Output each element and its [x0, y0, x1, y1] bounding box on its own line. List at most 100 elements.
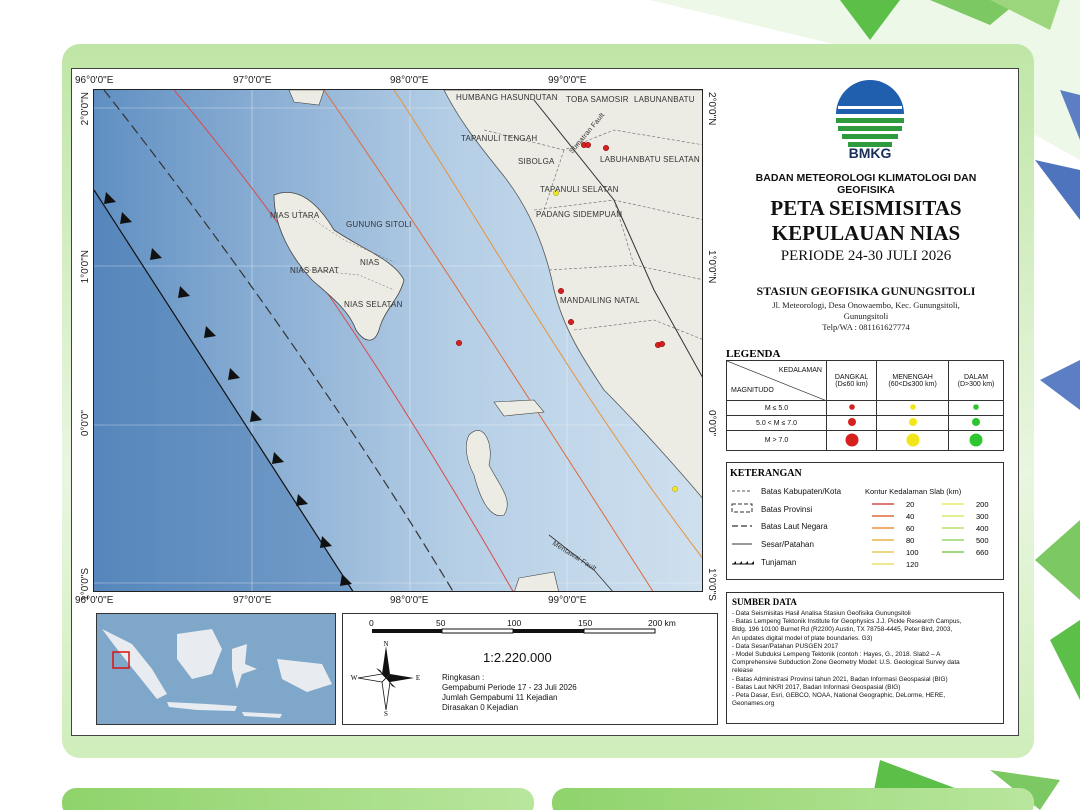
label-padang-sidempuan: PADANG SIDEMPUAN: [536, 210, 623, 219]
symbol-deep-mid: [972, 418, 981, 426]
logo-text: BMKG: [849, 145, 892, 158]
scale-ratio: 1:2.220.000: [483, 650, 552, 665]
keterangan-symbols: [731, 490, 754, 565]
left-contour-label: 80: [906, 536, 914, 545]
coord-top-97e: 97°0'0"E: [233, 75, 272, 86]
ket-laut-negara: Batas Laut Negara: [761, 522, 828, 531]
north-arrow-icon: N S W E: [351, 640, 420, 718]
epicenter-red[interactable]: [585, 142, 592, 149]
epicenter-yellow[interactable]: [672, 486, 679, 493]
coord-top-96e: 96°0'0"E: [75, 75, 114, 86]
compass-n: N: [383, 640, 388, 648]
sumber-item: - Data Seismisitas Hasil Analisa Stasiun…: [732, 610, 911, 617]
coord-right-1s: 1°0'0"S: [706, 568, 717, 601]
symbol-medium-large: [906, 433, 920, 446]
symbol-medium-small: [909, 404, 916, 410]
epicenter-red[interactable]: [558, 287, 565, 294]
map-title: PETA SEISMISITAS KEPULAUAN NIAS: [726, 196, 1006, 246]
coord-bottom-98e: 98°0'0"E: [390, 595, 429, 606]
sumber-data-box: SUMBER DATA - Data Seismisitas Hasil Ana…: [726, 592, 1004, 724]
scale-bar: [372, 628, 656, 634]
scale-tick-0: 0: [369, 618, 374, 628]
left-contour-label: 60: [906, 524, 914, 533]
legend-col-dangkal: DANGKAL (D≤60 km): [825, 360, 878, 401]
right-contour-label: 500: [976, 536, 989, 545]
symbol-provinsi-boundary: [731, 503, 753, 513]
scale-tick-150: 150: [578, 618, 593, 628]
compass-w: W: [351, 674, 358, 682]
symbol-shallow-large: [845, 433, 859, 446]
coord-bottom-97e: 97°0'0"E: [233, 595, 272, 606]
seismicity-map[interactable]: NIAS UTARA GUNUNG SITOLI NIAS NIAS BARAT…: [93, 89, 703, 592]
map-canvas: [94, 90, 702, 591]
station-address: Jl. Meteorologi, Desa Onowaembo, Kec. Gu…: [740, 300, 992, 333]
legend-magnitudo-label: MAGNITUDO: [731, 387, 774, 394]
epicenter-red[interactable]: [456, 339, 463, 346]
coord-right-0: 0°0'0": [706, 410, 717, 437]
symbol-tunjaman: [732, 561, 754, 565]
scale-tick-200: 200 km: [648, 618, 676, 628]
coord-left-0: 0°0'0": [80, 410, 91, 437]
ket-provinsi: Batas Provinsi: [761, 505, 813, 514]
label-nias-utara: NIAS UTARA: [270, 211, 320, 220]
right-contour-label: 300: [976, 512, 989, 521]
legend-row-label: M > 7.0: [726, 430, 827, 451]
sumber-item: Comprehensive Subduction Zone Geometry M…: [732, 659, 960, 667]
summary-count: Jumlah Gempabumi 11 Kejadian: [442, 693, 558, 702]
contour-legend: 20 40 60 80 100 120 200 300 400 500 660: [872, 500, 989, 569]
left-contour-label: 40: [906, 512, 914, 521]
ket-contour-title: Kontur Kedalaman Slab (km): [865, 487, 962, 496]
coord-top-99e: 99°0'0"E: [548, 75, 587, 86]
inset-overview-map[interactable]: [96, 613, 336, 725]
epicenter-red[interactable]: [568, 318, 575, 325]
sumber-item: An updates digital model of plate bounda…: [732, 634, 873, 642]
coord-right-1n: 1°0'0"N: [706, 250, 717, 284]
legend-row-label: 5.0 < M ≤ 7.0: [726, 415, 827, 431]
label-nias: NIAS: [360, 258, 380, 267]
sumber-item: - Model Subduksi Lempeng Tektonik (conto…: [732, 651, 941, 659]
epicenter-red[interactable]: [659, 340, 666, 347]
bmkg-logo: BMKG: [836, 80, 904, 158]
left-contour-label: 100: [906, 548, 919, 557]
sumber-item: - Batas Lempeng Tektonik Institute for G…: [732, 618, 962, 626]
legend-header-cell: KEDALAMAN MAGNITUDO: [726, 360, 827, 401]
coord-right-2n: 2°0'0"N: [706, 92, 717, 126]
compass-s: S: [384, 710, 388, 718]
label-tapanuli-selatan: TAPANULI SELATAN: [540, 185, 619, 194]
coord-top-98e: 98°0'0"E: [390, 75, 429, 86]
coord-left-1s: 1°0'0"S: [80, 568, 91, 601]
left-contour-label: 20: [906, 500, 914, 509]
map-period: PERIODE 24-30 JULI 2026: [780, 248, 952, 264]
bottom-card-right: [552, 788, 1034, 810]
sumber-item: - Peta Dasar, Esri, GEBCO, NOAA, Nationa…: [732, 692, 946, 700]
scale-tick-100: 100: [507, 618, 522, 628]
inset-canvas: [97, 614, 335, 724]
coord-bottom-99e: 99°0'0"E: [548, 595, 587, 606]
sumber-item: release: [732, 667, 753, 675]
epicenter-red[interactable]: [603, 145, 610, 152]
legend-col-menengah: MENENGAH (60<D≤300 km): [876, 360, 950, 401]
station-name: STASIUN GEOFISIKA GUNUNGSITOLI: [756, 284, 976, 298]
title-line1: PETA SEISMISITAS: [770, 196, 962, 220]
label-sibolga: SIBOLGA: [518, 157, 555, 166]
symbol-deep-small: [973, 404, 979, 410]
scale-tick-50: 50: [436, 618, 446, 628]
ket-kabupaten: Batas Kabupaten/Kota: [761, 487, 842, 496]
summary-heading: Ringkasan :: [442, 673, 485, 682]
symbol-medium-mid: [908, 418, 917, 426]
label-nias-barat: NIAS BARAT: [290, 266, 339, 275]
right-contour-label: 660: [976, 548, 989, 557]
sumber-item: - Data Sesar/Patahan PUSGEN 2017: [732, 642, 839, 650]
legend-kedalaman-label: KEDALAMAN: [778, 367, 822, 374]
keterangan-title: KETERANGAN: [730, 468, 802, 479]
left-contour-label: 120: [906, 560, 919, 569]
sumber-item: - Batas Laut NKRI 2017, Badan Informasi …: [732, 683, 901, 691]
symbol-shallow-mid: [847, 418, 856, 426]
legend-table: KEDALAMAN MAGNITUDO DANGKAL (D≤60 km) MEN…: [726, 360, 1004, 451]
sumber-title: SUMBER DATA: [732, 597, 797, 607]
sumber-item: Bldg. 196 10100 Burnet Rd (R2200) Austin…: [732, 626, 953, 634]
symbol-shallow-small: [848, 404, 855, 410]
label-labuhanbatu-selatan: LABUHANBATU SELATAN: [600, 155, 700, 164]
symbol-deep-large: [969, 433, 983, 446]
bottom-card-left: [62, 788, 534, 810]
